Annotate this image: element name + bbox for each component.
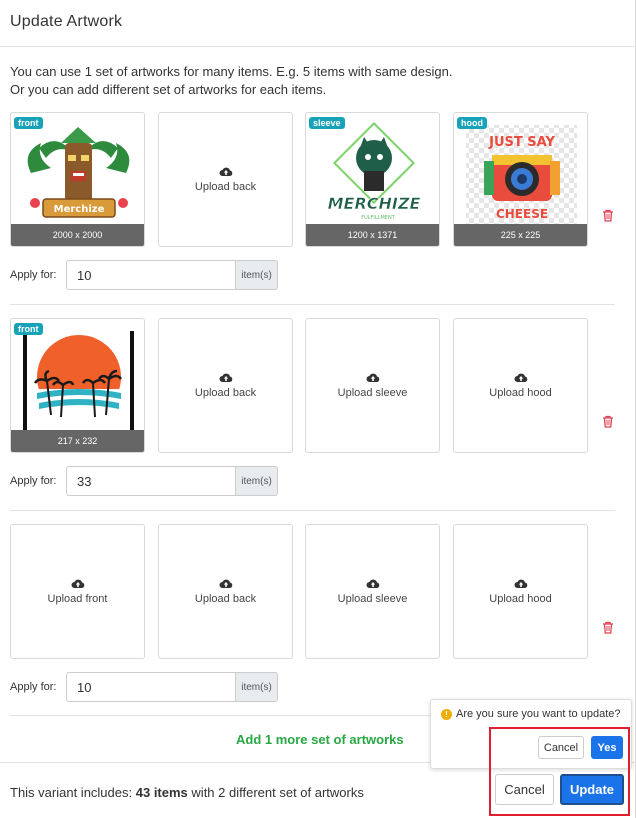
cheese-art-subtext: CHEESE — [496, 207, 548, 221]
confirm-message-row: ! Are you sure you want to update? — [441, 708, 621, 720]
cloud-upload-icon — [219, 579, 232, 588]
intro-line-1: You can use 1 set of artworks for many i… — [10, 64, 453, 79]
upload-label: Upload front — [47, 593, 108, 605]
modal-title: Update Artwork — [10, 13, 123, 30]
apply-for-label: Apply for: — [10, 269, 57, 281]
cloud-upload-icon — [514, 579, 527, 588]
apply-for-quantity-input[interactable] — [66, 672, 236, 702]
confirm-cancel-button[interactable]: Cancel — [538, 736, 584, 759]
update-artwork-modal: Update Artwork You can use 1 set of artw… — [0, 0, 636, 818]
items-unit-addon: item(s) — [236, 672, 278, 702]
confirm-message: Are you sure you want to update? — [456, 708, 621, 720]
summary-prefix: This variant includes: — [10, 785, 133, 800]
apply-for-label: Apply for: — [10, 681, 57, 693]
delete-set-1-trash-icon[interactable] — [602, 209, 614, 222]
sunset-palms-artwork-image — [23, 331, 134, 431]
upload-hood-button[interactable]: Upload hood — [453, 318, 588, 453]
summary-item-count: 43 items — [135, 785, 188, 800]
tiki-art-text: Merchize — [54, 204, 105, 215]
image-dimensions: 225 x 225 — [454, 224, 587, 246]
apply-for-quantity-input[interactable] — [66, 466, 236, 496]
set-divider — [10, 304, 615, 305]
cheese-art-title: JUST SAY — [488, 135, 555, 150]
upload-label: Upload back — [194, 593, 257, 605]
artwork-tile-front[interactable]: front Merchize 2000 x 2000 — [10, 112, 145, 247]
update-button[interactable]: Update — [560, 774, 624, 805]
artwork-tile-hood[interactable]: hood JUST SAY CHEESE 225 x 225 — [453, 112, 588, 247]
image-dimensions: 2000 x 2000 — [11, 224, 144, 246]
cloud-upload-icon — [366, 579, 379, 588]
variant-summary: This variant includes: 43 items with 2 d… — [10, 785, 364, 800]
upload-back-button[interactable]: Upload back — [158, 524, 293, 659]
add-artwork-set-link[interactable]: Add 1 more set of artworks — [236, 732, 404, 747]
delete-set-3-trash-icon[interactable] — [602, 621, 614, 634]
items-unit-addon: item(s) — [236, 466, 278, 496]
side-badge: front — [14, 117, 43, 129]
merchize-art-subtext: FULFILLMENT — [361, 215, 395, 221]
side-badge: hood — [457, 117, 487, 129]
upload-back-button[interactable]: Upload back — [158, 318, 293, 453]
image-dimensions: 1200 x 1371 — [306, 224, 439, 246]
upload-front-button[interactable]: Upload front — [10, 524, 145, 659]
update-confirm-popover: ! Are you sure you want to update? Cance… — [430, 699, 632, 769]
upload-back-button[interactable]: Upload back — [158, 112, 293, 247]
upload-hood-button[interactable]: Upload hood — [453, 524, 588, 659]
delete-set-2-trash-icon[interactable] — [602, 415, 614, 428]
set-divider — [10, 510, 615, 511]
apply-for-row-3: Apply for: item(s) — [10, 672, 278, 702]
confirm-yes-button[interactable]: Yes — [591, 736, 623, 759]
intro-line-2: Or you can add different set of artworks… — [10, 82, 327, 97]
cloud-upload-icon — [219, 167, 232, 176]
cloud-upload-icon — [514, 373, 527, 382]
side-badge: front — [14, 323, 43, 335]
upload-label: Upload sleeve — [337, 387, 408, 399]
upload-label: Upload back — [194, 181, 257, 193]
cancel-button[interactable]: Cancel — [495, 774, 554, 805]
cheese-camera-artwork-image: JUST SAY CHEESE — [466, 125, 577, 225]
upload-label: Upload back — [194, 387, 257, 399]
merchize-artwork-image: MERCHIZE FULFILLMENT — [327, 121, 421, 221]
intro-text: You can use 1 set of artworks for many i… — [10, 63, 452, 99]
exclamation-circle-icon: ! — [441, 708, 452, 720]
side-badge: sleeve — [309, 117, 345, 129]
modal-header: Update Artwork — [0, 0, 635, 47]
upload-sleeve-button[interactable]: Upload sleeve — [305, 524, 440, 659]
image-dimensions: 217 x 232 — [11, 430, 144, 452]
apply-for-row-2: Apply for: item(s) — [10, 466, 278, 496]
upload-label: Upload hood — [489, 387, 552, 399]
upload-sleeve-button[interactable]: Upload sleeve — [305, 318, 440, 453]
items-unit-addon: item(s) — [236, 260, 278, 290]
upload-label: Upload sleeve — [337, 593, 408, 605]
apply-for-quantity-input[interactable] — [66, 260, 236, 290]
merchize-art-text: MERCHIZE — [328, 194, 421, 213]
cloud-upload-icon — [366, 373, 379, 382]
apply-for-label: Apply for: — [10, 475, 57, 487]
summary-suffix: with 2 different set of artworks — [191, 785, 364, 800]
upload-label: Upload hood — [489, 593, 552, 605]
apply-for-row-1: Apply for: item(s) — [10, 260, 278, 290]
cloud-upload-icon — [71, 579, 84, 588]
cloud-upload-icon — [219, 373, 232, 382]
artwork-tile-sleeve[interactable]: sleeve MERCHIZE FULFILLMENT 1200 x 1371 — [305, 112, 440, 247]
artwork-tile-front[interactable]: front 217 x 232 — [10, 318, 145, 453]
tiki-artwork-image: Merchize — [27, 127, 130, 218]
